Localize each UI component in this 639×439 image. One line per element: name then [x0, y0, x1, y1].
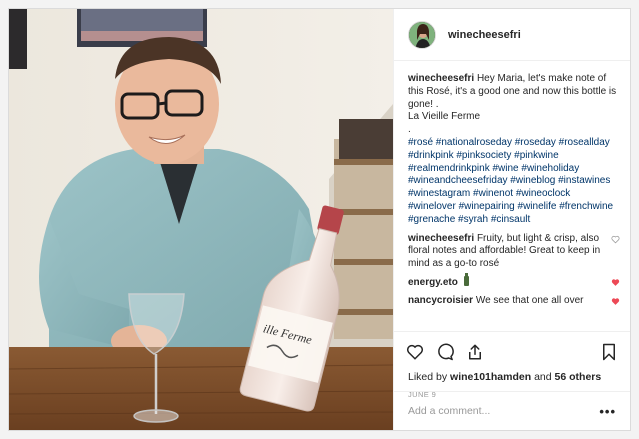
add-comment-bar: •••	[394, 391, 630, 430]
action-bar	[394, 331, 630, 371]
bookmark-icon[interactable]	[600, 343, 618, 361]
add-comment-input[interactable]	[408, 405, 600, 417]
likes-user[interactable]: wine101hamden	[450, 371, 531, 383]
comment-username[interactable]: energy.eto	[408, 277, 458, 288]
likes-summary: Liked by wine101hamden and 56 others	[394, 371, 630, 383]
wine-bottle-emoji-icon	[463, 272, 469, 286]
avatar[interactable]	[408, 20, 436, 49]
instagram-post: ille Ferme winecheesefri winecheesefri H…	[8, 8, 631, 431]
comment-item: nancycroisier We see that one all over	[408, 295, 620, 308]
post-side-panel: winecheesefri winecheesefri Hey Maria, l…	[393, 9, 630, 430]
post-photo[interactable]: ille Ferme	[9, 9, 393, 430]
caption: winecheesefri Hey Maria, let's make note…	[408, 73, 620, 227]
caption-line2: La Vieille Ferme	[408, 111, 481, 123]
comment-item: energy.eto	[408, 272, 620, 290]
comment-item: winecheesefri Fruity, but light & crisp,…	[408, 233, 620, 271]
heart-icon[interactable]	[611, 235, 620, 244]
heart-icon[interactable]	[611, 297, 620, 306]
comment-username[interactable]: nancycroisier	[408, 295, 473, 306]
comment-icon[interactable]	[436, 343, 454, 361]
likes-and: and	[534, 371, 552, 383]
heart-icon[interactable]	[406, 343, 424, 361]
caption-hashtags[interactable]: #rosé #nationalroseday #roseday #roseall…	[408, 137, 613, 225]
share-icon[interactable]	[466, 343, 484, 361]
caption-line3: .	[408, 124, 411, 136]
avatar-image	[409, 21, 435, 48]
comment-text: We see that one all over	[475, 294, 584, 306]
comment-username[interactable]: winecheesefri	[408, 233, 474, 244]
heart-icon[interactable]	[611, 278, 620, 287]
caption-username[interactable]: winecheesefri	[408, 73, 474, 84]
likes-count[interactable]: 56 others	[555, 371, 602, 383]
header-username[interactable]: winecheesefri	[448, 29, 521, 41]
likes-prefix: Liked by	[408, 371, 448, 383]
post-header: winecheesefri	[394, 9, 630, 61]
more-options-icon[interactable]: •••	[599, 404, 616, 419]
comments-list: winecheesefri Hey Maria, let's make note…	[394, 61, 630, 331]
photo-illustration: ille Ferme	[9, 9, 393, 430]
